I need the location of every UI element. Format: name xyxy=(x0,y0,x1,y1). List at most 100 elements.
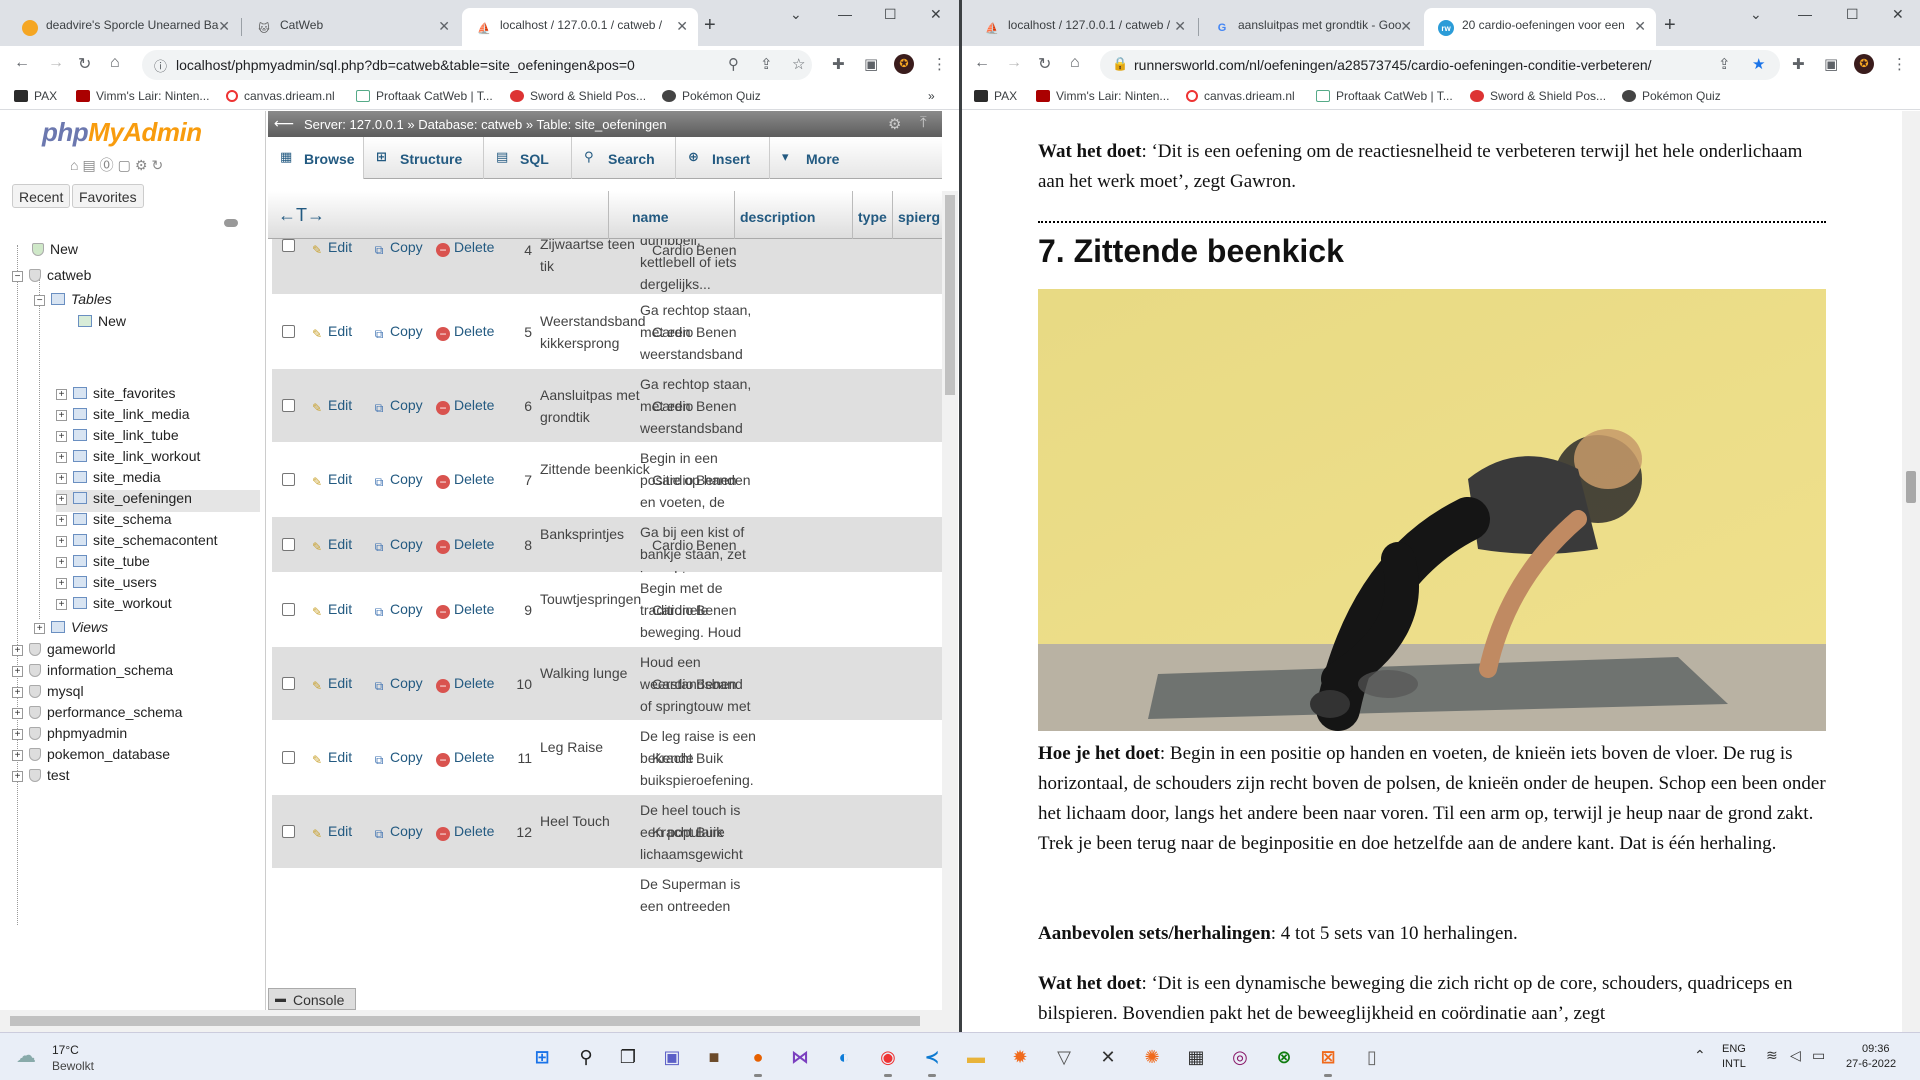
tab-sql[interactable]: ▤ SQL xyxy=(484,137,572,179)
bookmark-pax[interactable]: PAX xyxy=(974,89,1017,103)
tree-new-table[interactable]: New xyxy=(78,313,126,335)
back-icon[interactable]: ← xyxy=(974,54,990,72)
new-tab-icon[interactable]: + xyxy=(704,14,716,37)
edit-link[interactable]: ✎ Edit xyxy=(310,675,352,693)
delete-link[interactable]: − Delete xyxy=(436,823,494,841)
tree-db-performance-schema[interactable]: + performance_schema xyxy=(12,704,182,726)
battery-icon[interactable]: ▭ xyxy=(1812,1047,1825,1064)
tab-phpmyadmin[interactable]: ⛵ localhost / 127.0.0.1 / catweb / ✕ xyxy=(970,8,1196,46)
expand-icon[interactable]: + xyxy=(56,599,67,610)
close-tab-icon[interactable]: ✕ xyxy=(218,18,230,35)
close-window-icon[interactable]: ✕ xyxy=(1892,6,1904,23)
edit-link[interactable]: ✎ Edit xyxy=(310,397,352,415)
delete-link[interactable]: − Delete xyxy=(436,536,494,554)
close-tab-icon[interactable]: ✕ xyxy=(1634,18,1646,35)
tree-table-site-link-media[interactable]: + site_link_media xyxy=(56,406,260,428)
bookmark-proftaak[interactable]: Proftaak CatWeb | T... xyxy=(1316,89,1453,103)
bookmark-vimm[interactable]: Vimm's Lair: Ninten... xyxy=(76,89,209,103)
tree-table-site-favorites[interactable]: + site_favorites xyxy=(56,385,260,407)
tree-db-information-schema[interactable]: + information_schema xyxy=(12,662,173,684)
link-icon[interactable] xyxy=(224,219,238,227)
menu-icon[interactable]: ⋮ xyxy=(1892,55,1907,73)
expand-icon[interactable]: + xyxy=(56,452,67,463)
search-icon[interactable]: ⚲ xyxy=(570,1041,602,1073)
tab-search-icon[interactable]: ⌄ xyxy=(790,6,802,23)
xampp-icon[interactable]: ✹ xyxy=(1004,1041,1036,1073)
bookmark-pokemon-quiz[interactable]: Pokémon Quiz xyxy=(662,89,761,103)
tab-insert[interactable]: ⊕ Insert xyxy=(676,137,770,179)
edge-icon[interactable]: ◐ xyxy=(828,1041,860,1073)
expand-icon[interactable]: + xyxy=(12,687,23,698)
tree-table-site-workout[interactable]: + site_workout xyxy=(56,595,260,617)
expand-icon[interactable]: + xyxy=(12,729,23,740)
column-description[interactable]: description xyxy=(740,209,815,225)
page-scrollbar[interactable] xyxy=(1902,111,1920,1032)
delete-link[interactable]: − Delete xyxy=(436,601,494,619)
vscode-icon[interactable]: ≺ xyxy=(916,1041,948,1077)
tab-runnersworld[interactable]: rw 20 cardio-oefeningen voor een ✕ xyxy=(1424,8,1656,46)
row-checkbox[interactable] xyxy=(282,677,295,690)
reload-icon[interactable]: ↻ xyxy=(78,54,91,74)
extensions-icon[interactable]: ✚ xyxy=(832,55,845,73)
notepad-icon[interactable]: ▯ xyxy=(1356,1041,1388,1073)
tree-table-site-schema[interactable]: + site_schema xyxy=(56,511,260,533)
git-icon[interactable]: ▽ xyxy=(1048,1041,1080,1073)
delete-link[interactable]: − Delete xyxy=(436,749,494,767)
tab-structure[interactable]: ⊞ Structure xyxy=(364,137,484,179)
copy-link[interactable]: ⧉ Copy xyxy=(372,323,423,341)
row-checkbox[interactable] xyxy=(282,751,295,764)
edit-link[interactable]: ✎ Edit xyxy=(310,823,352,841)
bookmark-canvas[interactable]: canvas.drieam.nl xyxy=(226,89,335,103)
profile-avatar[interactable]: ✪ xyxy=(1854,54,1874,74)
back-icon[interactable]: ← xyxy=(14,54,30,72)
reload-icon[interactable]: ↻ xyxy=(1038,54,1051,74)
close-tab-icon[interactable]: ✕ xyxy=(1174,18,1186,35)
edit-link[interactable]: ✎ Edit xyxy=(310,323,352,341)
minimize-icon[interactable]: — xyxy=(1798,6,1812,22)
address-bar[interactable]: 🔒 runnersworld.com/nl/oefeningen/a285737… xyxy=(1100,50,1780,80)
tree-table-site-media[interactable]: + site_media xyxy=(56,469,260,491)
tab-more[interactable]: ▾ More xyxy=(770,137,856,179)
tab-google[interactable]: G aansluitpas met grondtik - Goo ✕ xyxy=(1200,8,1422,46)
bookmark-sword-shield[interactable]: Sword & Shield Pos... xyxy=(510,89,646,103)
settings-gear-icon[interactable]: ⚙ xyxy=(888,115,901,133)
tree-db-catweb[interactable]: − catweb xyxy=(12,267,91,289)
burst-app-icon[interactable]: ✺ xyxy=(1136,1041,1168,1073)
tree-table-site-oefeningen[interactable]: + site_oefeningen xyxy=(56,490,260,512)
language-layout[interactable]: INTL xyxy=(1722,1058,1746,1070)
page-scrollbar-thumb[interactable] xyxy=(1906,471,1916,503)
xbox-icon[interactable]: ⊗ xyxy=(1268,1041,1300,1073)
calculator-icon[interactable]: ▦ xyxy=(1180,1041,1212,1073)
tree-db-test[interactable]: + test xyxy=(12,767,70,789)
tree-db-gameworld[interactable]: + gameworld xyxy=(12,641,115,663)
horizontal-scrollbar-thumb[interactable] xyxy=(10,1016,920,1026)
clock-date[interactable]: 27-6-2022 xyxy=(1846,1058,1896,1070)
tree-db-mysql[interactable]: + mysql xyxy=(12,683,84,705)
page-horizontal-scrollbar[interactable] xyxy=(0,1010,960,1032)
sidepanel-icon[interactable]: ▣ xyxy=(1824,55,1838,73)
visual-studio-icon[interactable]: ⋈ xyxy=(784,1041,816,1073)
recent-button[interactable]: Recent xyxy=(12,184,71,208)
close-window-icon[interactable]: ✕ xyxy=(930,6,942,23)
clock-time[interactable]: 09:36 xyxy=(1862,1043,1890,1055)
bookmark-proftaak[interactable]: Proftaak CatWeb | T... xyxy=(356,89,493,103)
row-checkbox[interactable] xyxy=(282,473,295,486)
breadcrumb-database[interactable]: Database: catweb xyxy=(418,117,522,132)
expand-icon[interactable]: + xyxy=(56,410,67,421)
copy-link[interactable]: ⧉ Copy xyxy=(372,239,423,257)
copy-link[interactable]: ⧉ Copy xyxy=(372,675,423,693)
tab-search[interactable]: ⚲ Search xyxy=(572,137,676,179)
tree-tables-group[interactable]: − Tables xyxy=(34,291,112,313)
sidepanel-icon[interactable]: ▣ xyxy=(864,55,878,73)
bookmark-sword-shield[interactable]: Sword & Shield Pos... xyxy=(1470,89,1606,103)
tab-catweb[interactable]: 🐱 CatWeb ✕ xyxy=(242,8,460,46)
expand-icon[interactable]: + xyxy=(56,515,67,526)
bookmark-vimm[interactable]: Vimm's Lair: Ninten... xyxy=(1036,89,1169,103)
expand-icon[interactable]: + xyxy=(56,578,67,589)
extensions-icon[interactable]: ✚ xyxy=(1792,55,1805,73)
firefox-icon[interactable]: ● xyxy=(742,1041,774,1077)
expand-icon[interactable]: + xyxy=(56,389,67,400)
new-tab-icon[interactable]: + xyxy=(1664,14,1676,37)
xampp-control-icon[interactable]: ⊠ xyxy=(1312,1041,1344,1077)
wifi-icon[interactable]: ≋ xyxy=(1766,1047,1778,1064)
